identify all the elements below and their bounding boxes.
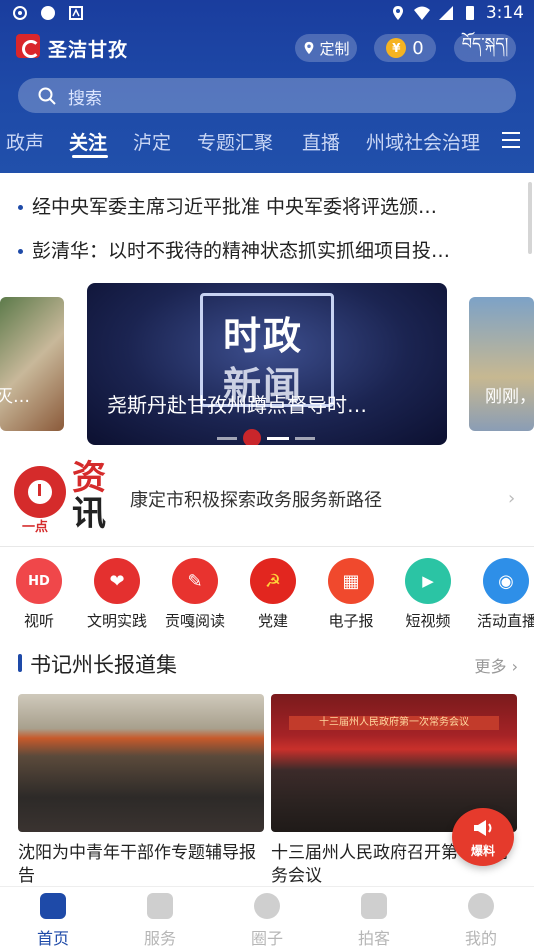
nav-home[interactable]: 首页	[8, 893, 98, 949]
coins-button[interactable]: ¥ 0	[374, 34, 436, 62]
yidian-zixun-banner[interactable]: 一点 资 讯 康定市积极探索政务服务新路径 ›	[0, 460, 534, 535]
report-tip-button[interactable]: 爆料	[452, 808, 514, 866]
quick-item-short-video[interactable]: ▶ 短视频	[389, 558, 467, 631]
status-time: 3:14	[485, 3, 524, 23]
active-tab-indicator	[72, 155, 108, 158]
handshake-heart-icon: ❤	[94, 558, 140, 604]
indicator-dot	[295, 436, 315, 440]
quick-item-reading[interactable]: ✎ 贡嘎阅读	[156, 558, 234, 631]
indicator-dot-active	[267, 436, 289, 440]
indicator-dot	[217, 436, 237, 440]
video-camera-icon	[361, 893, 387, 919]
search-input[interactable]: 搜索	[18, 78, 516, 113]
language-toggle-button[interactable]: བོད་སྐད།	[454, 34, 516, 62]
carousel-slide-prev[interactable]: 灭…	[0, 297, 64, 431]
quick-item-shiting[interactable]: HD 视听	[0, 558, 78, 631]
megaphone-icon	[474, 820, 492, 836]
quick-access-grid: HD 视听 ❤ 文明实践 ✎ 贡嘎阅读 ☭ 党建 ▦ 电子报 ▶ 短视频 ◉ 活…	[0, 558, 534, 634]
indicator-logo-icon	[243, 429, 261, 445]
clock-icon	[14, 466, 66, 518]
nav-paike[interactable]: 拍客	[329, 893, 419, 949]
quick-item-epaper[interactable]: ▦ 电子报	[312, 558, 390, 631]
location-icon	[392, 6, 403, 20]
zixun-badge: 一点	[22, 520, 49, 535]
more-link[interactable]: 更多 ›	[475, 653, 519, 677]
headline-item[interactable]: 彭清华：以时不我待的精神状态抓实抓细项目投…	[18, 236, 508, 263]
battery-icon	[465, 6, 474, 20]
user-icon	[468, 893, 494, 919]
tab-guanzhu[interactable]: 关注	[69, 128, 107, 155]
record-icon	[41, 6, 55, 20]
report-tip-label: 爆料	[470, 844, 495, 858]
headline-scrollbar	[528, 182, 532, 254]
meeting-banner: 十三届州人民政府第一次常务会议	[289, 716, 499, 730]
nav-mine[interactable]: 我的	[436, 893, 526, 949]
status-bar: 3:14	[0, 0, 534, 28]
chat-circle-icon	[254, 893, 280, 919]
bullet-icon	[18, 249, 23, 254]
signal-icon	[438, 6, 453, 20]
tab-luding[interactable]: 泸定	[133, 128, 171, 155]
sync-icon	[13, 6, 27, 20]
chevron-right-icon: ›	[508, 488, 516, 509]
card-icon	[69, 6, 83, 20]
bottom-navigation: 首页 服务 圈子 拍客 我的	[0, 886, 534, 950]
tv-play-icon: ▶	[405, 558, 451, 604]
top-bar: 圣洁甘孜 定制 ¥ 0 བོད་སྐད།	[0, 32, 534, 66]
wifi-icon	[413, 6, 430, 20]
grid-icon	[147, 893, 173, 919]
coin-count: 0	[412, 37, 424, 59]
divider	[0, 546, 534, 547]
search-icon	[38, 87, 56, 105]
pen-paper-icon: ✎	[172, 558, 218, 604]
party-emblem-icon: ☭	[250, 558, 296, 604]
category-tabs: 政声 关注 泸定 专题汇聚 直播 州域社会治理	[0, 122, 534, 162]
location-pin-icon	[305, 41, 314, 55]
report-card[interactable]: 沈阳为中青年干部作专题辅导报告	[18, 694, 264, 888]
bullet-icon	[18, 205, 23, 210]
carousel-indicator	[217, 429, 315, 445]
tab-zhengsheng[interactable]: 政声	[6, 128, 44, 155]
headline-item[interactable]: 经中央军委主席习近平批准 中央军委将评选颁…	[18, 192, 508, 219]
section-title: 书记州长报道集	[30, 653, 177, 677]
news-image-text-1: 时政	[223, 314, 304, 358]
tab-special-topics[interactable]: 专题汇聚	[197, 128, 273, 155]
app-title: 圣洁甘孜	[48, 39, 129, 61]
section-header: 书记州长报道集 更多 ›	[18, 648, 518, 678]
carousel-slide-current[interactable]: 时政 新闻 尧斯丹赴甘孜州蹲点督导时…	[87, 283, 447, 445]
section-accent-bar	[18, 654, 22, 672]
quick-item-civilization[interactable]: ❤ 文明实践	[78, 558, 156, 631]
app-logo	[16, 34, 40, 58]
news-carousel[interactable]: 灭… 时政 新闻 尧斯丹赴甘孜州蹲点督导时… 刚刚，	[0, 283, 534, 445]
home-icon	[40, 893, 66, 919]
quick-item-party[interactable]: ☭ 党建	[234, 558, 312, 631]
zixun-title-1: 资	[72, 458, 106, 498]
carousel-caption: 尧斯丹赴甘孜州蹲点督导时…	[107, 393, 367, 417]
zixun-title-2: 讯	[72, 494, 106, 534]
coin-icon: ¥	[386, 38, 407, 58]
tab-social-governance[interactable]: 州域社会治理	[366, 128, 480, 155]
customize-label: 定制	[319, 39, 350, 58]
nav-service[interactable]: 服务	[115, 893, 205, 949]
customize-button[interactable]: 定制	[295, 34, 357, 62]
carousel-slide-next[interactable]: 刚刚，	[469, 297, 534, 431]
report-card-caption: 沈阳为中青年干部作专题辅导报告	[18, 843, 256, 886]
menu-icon[interactable]	[502, 132, 520, 153]
nav-circle[interactable]: 圈子	[222, 893, 312, 949]
header: 3:14 圣洁甘孜 定制 ¥ 0 བོད་སྐད། 搜索 政声 关注 泸定 专题…	[0, 0, 534, 173]
camera-people-icon: ◉	[483, 558, 529, 604]
report-card-image	[18, 694, 264, 832]
grid-newspaper-icon: ▦	[328, 558, 374, 604]
quick-item-live-event[interactable]: ◉ 活动直播	[467, 558, 534, 631]
tab-live[interactable]: 直播	[302, 128, 340, 155]
zixun-headline: 康定市积极探索政务服务新路径	[130, 490, 382, 511]
search-placeholder: 搜索	[68, 89, 102, 109]
hd-video-icon: HD	[16, 558, 62, 604]
